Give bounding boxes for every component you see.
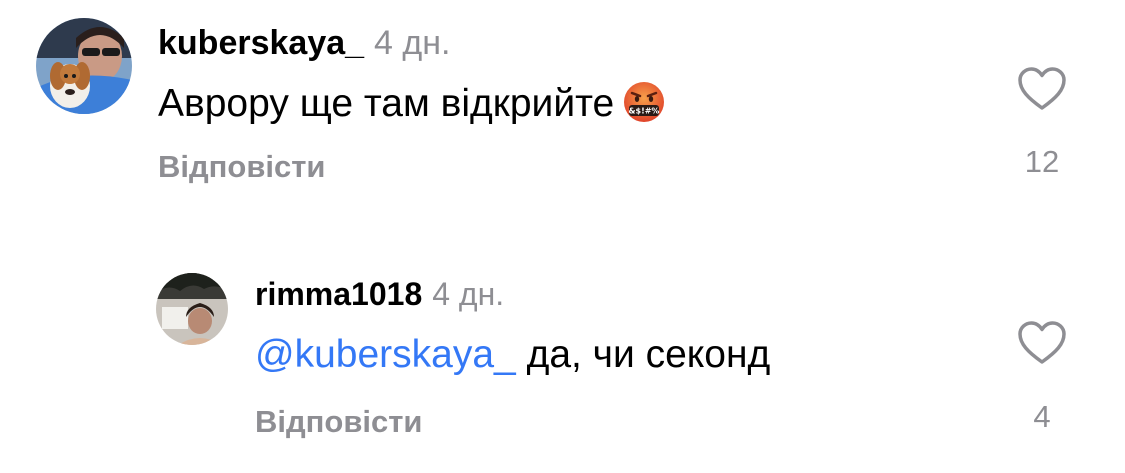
comment-text: @kuberskaya_ да, чи секонд [255,335,770,374]
reply-button[interactable]: Відповісти [255,406,423,437]
comment-body: да, чи секонд [526,333,771,376]
avatar[interactable] [36,18,132,114]
heart-icon [1018,321,1066,364]
comment-header: rimma1018 4 дн. [255,278,504,310]
username[interactable]: kuberskaya_ [158,24,364,62]
timestamp: 4 дн. [374,24,451,62]
face-with-symbols-on-mouth-icon: &$!#% [622,80,666,131]
mention-link[interactable]: @kuberskaya_ [255,333,516,376]
svg-text:&$!#%: &$!#% [629,107,660,116]
like-count: 4 [1033,399,1051,434]
comment-text: Аврору ще там відкрийте &$!#% [158,80,666,131]
username[interactable]: rimma1018 [255,276,422,312]
like-count: 12 [1024,144,1060,179]
timestamp: 4 дн. [432,276,505,312]
like-button[interactable] [1016,66,1068,112]
like-button[interactable] [1016,320,1068,366]
avatar[interactable] [156,273,228,345]
comment-header: kuberskaya_ 4 дн. [158,26,450,60]
comment-body: Аврору ще там відкрийте [158,82,615,125]
reply-button[interactable]: Відповісти [158,151,326,182]
heart-icon [1018,67,1066,110]
